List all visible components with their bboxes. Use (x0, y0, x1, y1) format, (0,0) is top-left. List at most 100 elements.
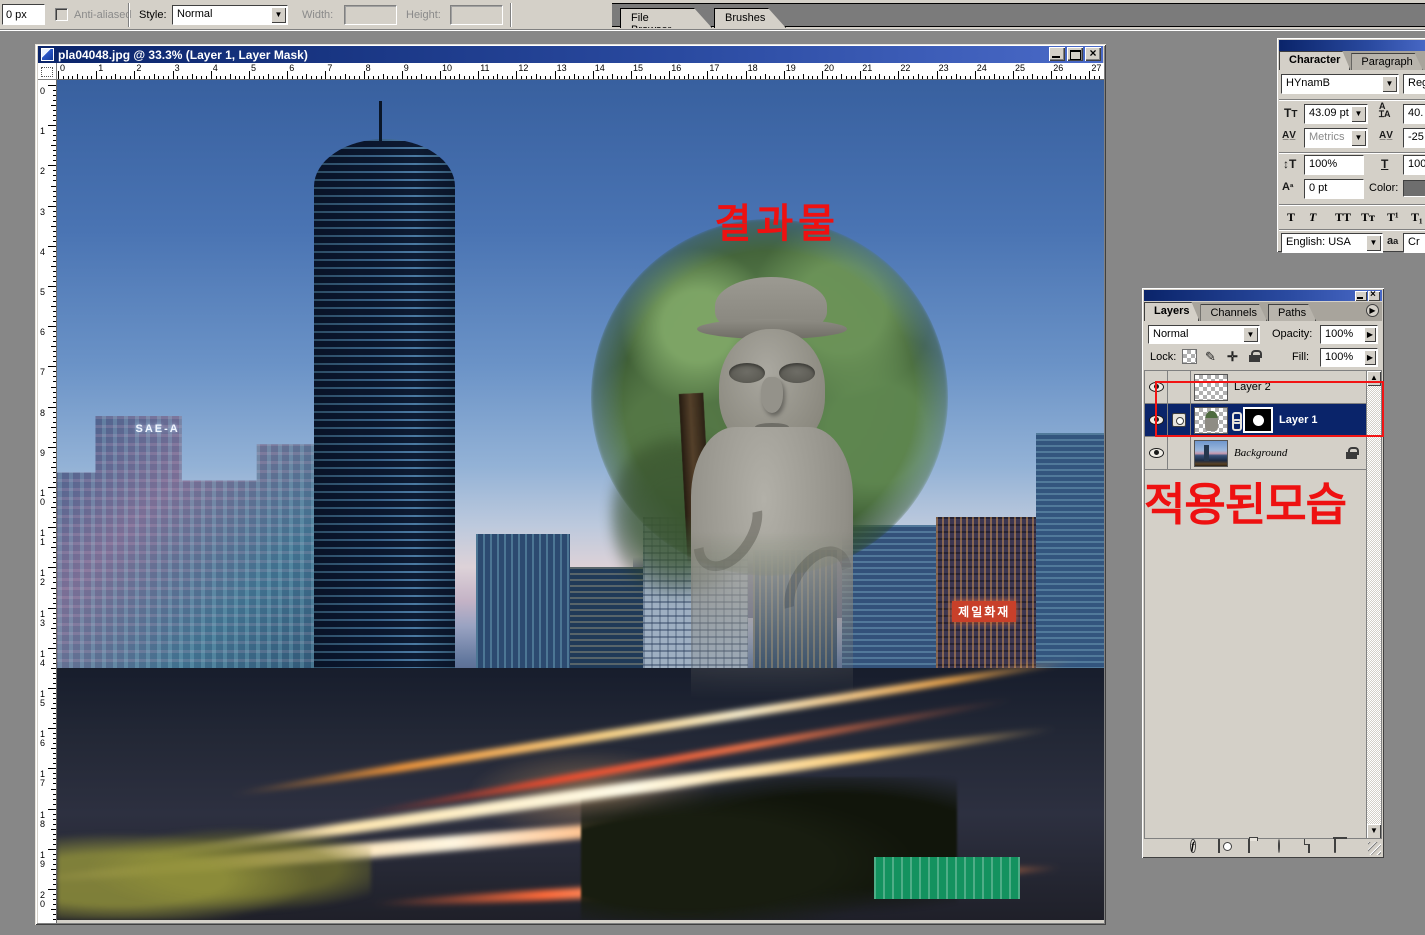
link-cell[interactable] (1168, 371, 1191, 403)
layer-thumbnail[interactable] (1194, 440, 1228, 467)
layer-name[interactable]: Background (1234, 447, 1287, 459)
font-style-combo[interactable]: Regu (1403, 74, 1425, 94)
close-icon[interactable] (1368, 291, 1380, 301)
vertical-scale-field[interactable]: 100% (1304, 155, 1364, 175)
scroll-down-icon[interactable]: ▼ (1367, 824, 1381, 839)
ruler-tick (860, 71, 861, 79)
text-color-swatch[interactable] (1403, 180, 1425, 197)
tracking-field[interactable]: -25 (1403, 128, 1425, 148)
eye-icon[interactable] (1149, 448, 1164, 458)
chevron-down-icon[interactable] (271, 7, 286, 23)
visibility-cell[interactable] (1145, 371, 1168, 403)
tab-character[interactable]: Character (1279, 51, 1350, 70)
ruler-label: 3 (175, 64, 180, 73)
font-family-combo[interactable]: HYnamB (1281, 74, 1399, 94)
lock-transparency-icon[interactable] (1182, 349, 1197, 364)
palette-title-bar[interactable] (1279, 40, 1425, 51)
vertical-ruler[interactable]: 01234567891011121314151617181920 (38, 80, 57, 923)
tab-file-browser[interactable]: File Browser (620, 8, 712, 28)
baseline-shift-field[interactable]: 0 pt (1304, 179, 1364, 199)
horizontal-ruler[interactable]: 0123456789101112131415161718192021222324… (57, 63, 1104, 80)
language-combo[interactable]: English: USA (1281, 233, 1383, 253)
visibility-cell[interactable] (1145, 404, 1168, 436)
new-layer-set-icon[interactable] (1248, 840, 1264, 854)
height-field[interactable] (450, 5, 503, 25)
layer-thumbnail[interactable] (1194, 407, 1228, 434)
superscript-button[interactable]: T¹ (1387, 210, 1399, 225)
restore-button[interactable] (1067, 47, 1083, 61)
link-cell[interactable] (1168, 404, 1191, 436)
font-size-combo[interactable]: 43.09 pt (1304, 104, 1368, 124)
document-title-bar[interactable]: pla04048.jpg @ 33.3% (Layer 1, Layer Mas… (38, 46, 1103, 63)
all-caps-button[interactable]: TT (1335, 210, 1351, 225)
ruler-label: 7 (40, 368, 45, 377)
minimize-button[interactable] (1355, 291, 1367, 301)
layer-name[interactable]: Layer 1 (1279, 414, 1318, 426)
chevron-down-icon[interactable] (1351, 130, 1366, 146)
tab-brushes[interactable]: Brushes (714, 8, 786, 28)
mask-link-icon[interactable] (1230, 412, 1240, 428)
lock-position-icon[interactable] (1226, 349, 1241, 364)
link-cell[interactable] (1168, 437, 1191, 469)
horizontal-scale-field[interactable]: 100 (1403, 155, 1425, 175)
ruler-tick (951, 76, 952, 79)
blend-mode-combo[interactable]: Normal (1148, 325, 1260, 344)
layer-row-layer2[interactable]: Layer 2 (1145, 371, 1366, 404)
layer-row-background[interactable]: Background (1145, 437, 1366, 470)
ruler-tick (48, 728, 56, 729)
width-field[interactable] (344, 5, 397, 25)
layers-scrollbar[interactable]: ▲ ▼ (1366, 370, 1382, 840)
new-layer-icon[interactable] (1308, 840, 1324, 854)
anti-aliased-checkbox[interactable] (55, 8, 68, 21)
adjustment-layer-icon[interactable] (1278, 840, 1294, 854)
feather-input[interactable] (2, 4, 45, 25)
ruler-tick (53, 512, 56, 513)
tab-paths[interactable]: Paths (1268, 304, 1316, 321)
tab-layers[interactable]: Layers (1144, 302, 1199, 321)
subscript-button[interactable]: T₁ (1411, 210, 1423, 225)
layer-thumbnail[interactable] (1194, 374, 1228, 401)
layer-name[interactable]: Layer 2 (1234, 381, 1271, 393)
resize-grip[interactable] (1368, 842, 1381, 855)
tab-channels[interactable]: Channels (1200, 304, 1266, 321)
eye-icon[interactable] (1149, 415, 1164, 425)
chevron-down-icon[interactable] (1382, 76, 1397, 92)
slider-arrow-icon[interactable] (1364, 350, 1376, 365)
faux-italic-button[interactable]: T (1309, 210, 1316, 225)
ruler-label: 10 (40, 489, 45, 507)
ruler-origin-box[interactable] (38, 63, 57, 80)
layer-row-layer1[interactable]: Layer 1 (1145, 404, 1366, 437)
leading-field[interactable]: 40. (1403, 104, 1425, 124)
close-button[interactable] (1085, 47, 1101, 61)
ruler-tick (1051, 71, 1052, 79)
delete-layer-icon[interactable] (1334, 840, 1350, 854)
opacity-field[interactable]: 100% (1320, 325, 1378, 344)
lock-paint-icon[interactable] (1204, 349, 1219, 364)
minimize-button[interactable] (1049, 47, 1065, 61)
slider-arrow-icon[interactable] (1364, 327, 1376, 342)
ruler-tick (53, 331, 56, 332)
ruler-label: 13 (557, 64, 567, 73)
image-canvas[interactable]: SAE-A 제일화재 (57, 80, 1104, 920)
small-caps-button[interactable]: Tᴛ (1361, 210, 1375, 225)
tab-paragraph[interactable]: Paragraph (1351, 53, 1422, 70)
fill-field[interactable]: 100% (1320, 348, 1378, 367)
ruler-tick (211, 71, 212, 79)
layer-mask-thumbnail[interactable] (1243, 407, 1273, 433)
faux-bold-button[interactable]: T (1287, 210, 1295, 225)
layer-style-icon[interactable]: f (1190, 840, 1206, 854)
kerning-combo[interactable]: Metrics (1304, 128, 1368, 148)
style-combo[interactable]: Normal (172, 5, 288, 25)
ruler-tick (53, 110, 56, 111)
separator (510, 3, 512, 27)
scroll-up-icon[interactable]: ▲ (1367, 371, 1381, 386)
chevron-down-icon[interactable] (1243, 327, 1258, 342)
chevron-down-icon[interactable] (1351, 106, 1366, 122)
chevron-down-icon[interactable] (1366, 235, 1381, 251)
palette-title-bar[interactable] (1144, 290, 1382, 301)
anti-alias-combo[interactable]: Cr (1403, 233, 1425, 253)
eye-icon[interactable] (1149, 382, 1164, 392)
visibility-cell[interactable] (1145, 437, 1168, 469)
add-layer-mask-icon[interactable] (1218, 840, 1234, 854)
palette-menu-icon[interactable] (1366, 304, 1379, 317)
